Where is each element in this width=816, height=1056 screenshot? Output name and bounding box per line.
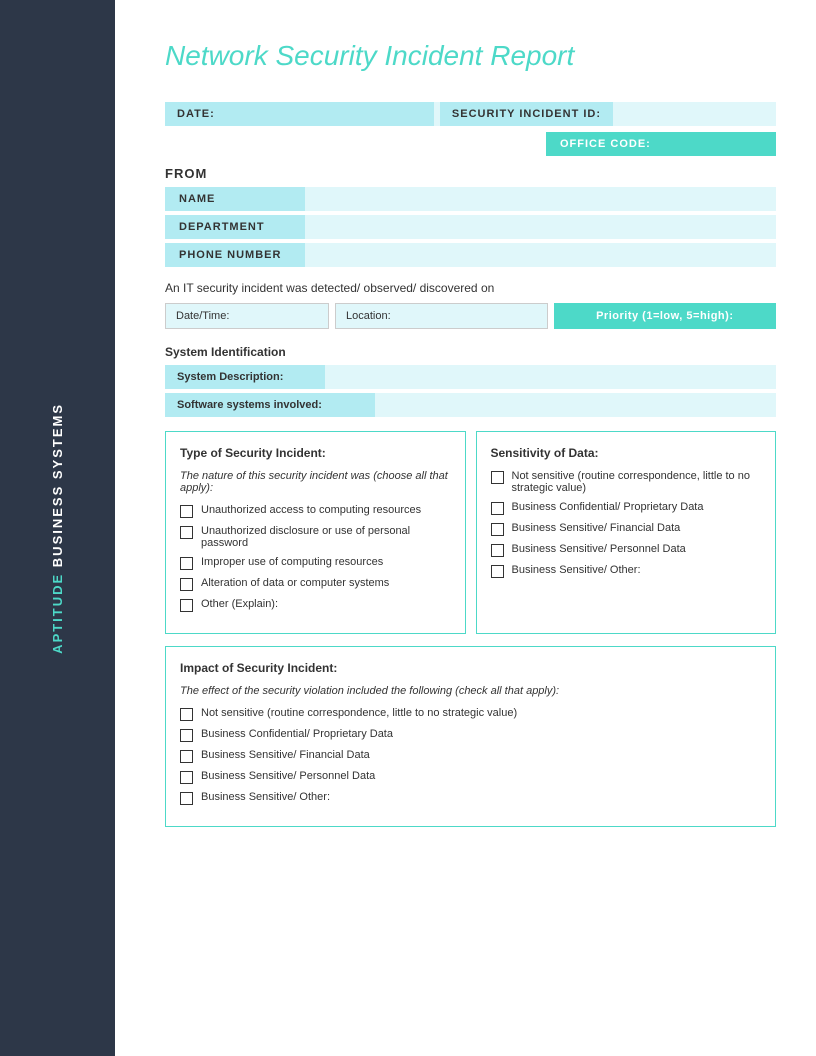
type-checkbox-label-5: Other (Explain):	[201, 598, 278, 610]
sens-checkbox-3[interactable]	[491, 523, 504, 536]
date-field: DATE:	[165, 102, 434, 126]
office-code-input[interactable]	[651, 138, 762, 150]
impact-checkboxes: Not sensitive (routine correspondence, l…	[180, 707, 761, 805]
sens-checkbox-4[interactable]	[491, 544, 504, 557]
detection-datetime-field: Date/Time:	[165, 303, 329, 329]
impact-checkbox-2[interactable]	[180, 729, 193, 742]
type-checkbox-label-4: Alteration of data or computer systems	[201, 577, 389, 589]
impact-checkbox-item[interactable]: Business Sensitive/ Personnel Data	[180, 770, 761, 784]
sensitivity-checkbox-item[interactable]: Business Confidential/ Proprietary Data	[491, 501, 762, 515]
security-id-field: SECURITY INCIDENT ID:	[440, 102, 776, 126]
impact-checkbox-4[interactable]	[180, 771, 193, 784]
name-input[interactable]	[305, 187, 776, 211]
from-label: FROM	[165, 166, 776, 181]
system-desc-label: System Description:	[165, 365, 325, 389]
sens-checkbox-label-3: Business Sensitive/ Financial Data	[512, 522, 681, 534]
checkbox-2[interactable]	[180, 526, 193, 539]
system-desc-input[interactable]	[325, 365, 776, 389]
security-id-input[interactable]	[613, 102, 776, 126]
impact-checkbox-label-3: Business Sensitive/ Financial Data	[201, 749, 370, 761]
type-checkbox-item[interactable]: Improper use of computing resources	[180, 556, 451, 570]
brand-business: BUSINESS SYSTEMS	[50, 403, 65, 573]
impact-checkbox-item[interactable]: Business Confidential/ Proprietary Data	[180, 728, 761, 742]
department-label: DEPARTMENT	[165, 215, 305, 239]
impact-checkbox-item[interactable]: Not sensitive (routine correspondence, l…	[180, 707, 761, 721]
detection-datetime-label: Date/Time:	[166, 304, 328, 328]
priority-label: Priority (1=low, 5=high):	[596, 310, 733, 322]
type-checkbox-item[interactable]: Unauthorized access to computing resourc…	[180, 504, 451, 518]
checkbox-3[interactable]	[180, 557, 193, 570]
checkbox-1[interactable]	[180, 505, 193, 518]
date-label: DATE:	[165, 102, 434, 126]
impact-title: Impact of Security Incident:	[180, 661, 761, 675]
name-label: NAME	[165, 187, 305, 211]
security-id-label: SECURITY INCIDENT ID:	[440, 102, 613, 126]
office-code-row: OFFICE CODE:	[165, 132, 776, 156]
system-section: System Identification System Description…	[165, 345, 776, 417]
page-title: Network Security Incident Report	[165, 40, 776, 72]
impact-checkbox-3[interactable]	[180, 750, 193, 763]
system-desc-row: System Description:	[165, 365, 776, 389]
sensitivity-title: Sensitivity of Data:	[491, 446, 762, 460]
type-sensitivity-section: Type of Security Incident: The nature of…	[165, 431, 776, 634]
checkbox-5[interactable]	[180, 599, 193, 612]
sens-checkbox-1[interactable]	[491, 471, 504, 484]
impact-checkbox-label-5: Business Sensitive/ Other:	[201, 791, 330, 803]
impact-checkbox-label-4: Business Sensitive/ Personnel Data	[201, 770, 375, 782]
phone-label: PHONE NUMBER	[165, 243, 305, 267]
sensitivity-checkbox-item[interactable]: Business Sensitive/ Other:	[491, 564, 762, 578]
phone-field: PHONE NUMBER	[165, 243, 776, 267]
impact-checkbox-label-1: Not sensitive (routine correspondence, l…	[201, 707, 517, 719]
type-checkbox-item[interactable]: Other (Explain):	[180, 598, 451, 612]
sensitivity-checkboxes: Not sensitive (routine correspondence, l…	[491, 470, 762, 578]
type-checkbox-label-3: Improper use of computing resources	[201, 556, 383, 568]
sensitivity-checkbox-item[interactable]: Business Sensitive/ Financial Data	[491, 522, 762, 536]
impact-checkbox-1[interactable]	[180, 708, 193, 721]
sensitivity-checkbox-item[interactable]: Not sensitive (routine correspondence, l…	[491, 470, 762, 494]
sensitivity-checkbox-item[interactable]: Business Sensitive/ Personnel Data	[491, 543, 762, 557]
incident-detected-text: An IT security incident was detected/ ob…	[165, 281, 776, 295]
sensitivity-section: Sensitivity of Data: Not sensitive (rout…	[476, 431, 777, 634]
impact-checkbox-label-2: Business Confidential/ Proprietary Data	[201, 728, 393, 740]
impact-checkbox-item[interactable]: Business Sensitive/ Financial Data	[180, 749, 761, 763]
sidebar: APTITUDE BUSINESS SYSTEMS	[0, 0, 115, 1056]
impact-section: Impact of Security Incident: The effect …	[165, 646, 776, 827]
office-code-label: OFFICE CODE:	[560, 138, 651, 150]
sens-checkbox-5[interactable]	[491, 565, 504, 578]
checkbox-4[interactable]	[180, 578, 193, 591]
office-code-field: OFFICE CODE:	[546, 132, 776, 156]
sw-systems-label: Software systems involved:	[165, 393, 375, 417]
name-field: NAME	[165, 187, 776, 211]
sens-checkbox-label-4: Business Sensitive/ Personnel Data	[512, 543, 686, 555]
type-section: Type of Security Incident: The nature of…	[165, 431, 466, 634]
brand-text: APTITUDE BUSINESS SYSTEMS	[50, 403, 65, 654]
type-checkbox-label-1: Unauthorized access to computing resourc…	[201, 504, 421, 516]
type-checkbox-label-2: Unauthorized disclosure or use of person…	[201, 525, 451, 549]
department-field: DEPARTMENT	[165, 215, 776, 239]
sens-checkbox-2[interactable]	[491, 502, 504, 515]
impact-subtitle: The effect of the security violation inc…	[180, 685, 761, 697]
sw-systems-row: Software systems involved:	[165, 393, 776, 417]
type-title: Type of Security Incident:	[180, 446, 451, 460]
sens-checkbox-label-1: Not sensitive (routine correspondence, l…	[512, 470, 762, 494]
impact-checkbox-item[interactable]: Business Sensitive/ Other:	[180, 791, 761, 805]
department-input[interactable]	[305, 215, 776, 239]
sw-systems-input[interactable]	[375, 393, 776, 417]
type-subtitle: The nature of this security incident was…	[180, 470, 451, 494]
sens-checkbox-label-2: Business Confidential/ Proprietary Data	[512, 501, 704, 513]
detection-location-label: Location:	[336, 304, 547, 328]
impact-checkbox-5[interactable]	[180, 792, 193, 805]
top-fields-row: DATE: SECURITY INCIDENT ID:	[165, 102, 776, 126]
priority-field: Priority (1=low, 5=high):	[554, 303, 776, 329]
type-checkboxes: Unauthorized access to computing resourc…	[180, 504, 451, 612]
brand-aptitude: APTITUDE	[50, 572, 65, 653]
main-content: Network Security Incident Report DATE: S…	[115, 0, 816, 1056]
sens-checkbox-label-5: Business Sensitive/ Other:	[512, 564, 641, 576]
system-id-label: System Identification	[165, 345, 776, 359]
phone-input[interactable]	[305, 243, 776, 267]
type-checkbox-item[interactable]: Unauthorized disclosure or use of person…	[180, 525, 451, 549]
detection-fields-row: Date/Time: Location: Priority (1=low, 5=…	[165, 303, 776, 329]
type-checkbox-item[interactable]: Alteration of data or computer systems	[180, 577, 451, 591]
detection-location-field: Location:	[335, 303, 548, 329]
